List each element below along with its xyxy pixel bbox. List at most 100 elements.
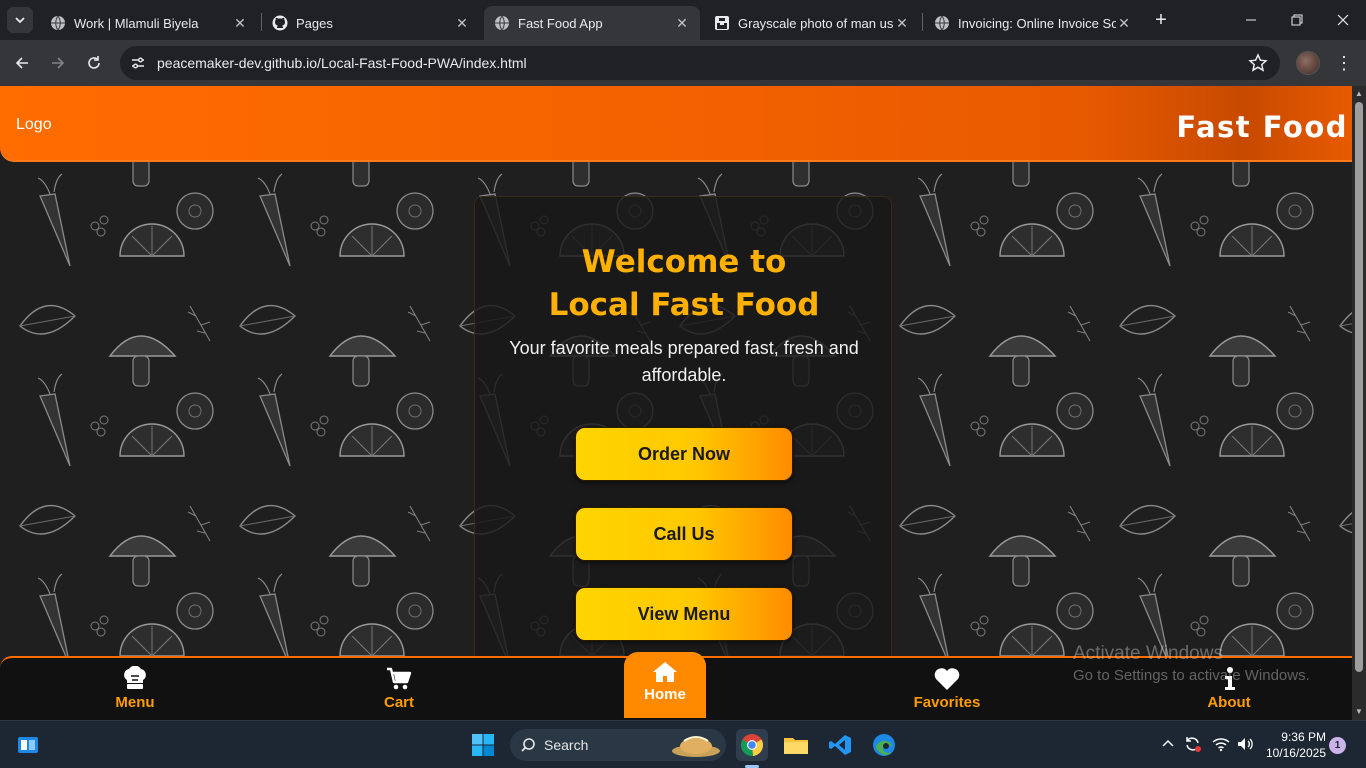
- tab-grayscale-photo[interactable]: Grayscale photo of man usin ✕: [704, 6, 920, 40]
- tab-fast-food-app[interactable]: Fast Food App ✕: [484, 6, 700, 40]
- edge-button[interactable]: [868, 729, 900, 761]
- brand-title: Fast Food: [1176, 110, 1348, 144]
- nav-item-home[interactable]: Home: [624, 652, 706, 718]
- globe-icon: [935, 15, 949, 31]
- tab-title: Work | Mlamuli Biyela: [74, 15, 199, 31]
- hero-title: Welcome to Local Fast Food: [475, 241, 893, 327]
- tab-search-button[interactable]: [7, 7, 33, 33]
- order-now-button[interactable]: Order Now: [575, 427, 793, 481]
- nav-label: About: [1207, 694, 1251, 711]
- sync-icon: [1186, 737, 1201, 752]
- profile-avatar[interactable]: [1296, 51, 1320, 75]
- globe-icon: [51, 15, 65, 31]
- cart-icon: [387, 667, 412, 690]
- tray-overflow-icon[interactable]: [1161, 736, 1175, 752]
- minimize-button[interactable]: [1228, 0, 1274, 40]
- nav-label: Favorites: [913, 694, 981, 711]
- scrollbar-thumb[interactable]: [1355, 102, 1363, 672]
- tab-title: Pages: [296, 15, 333, 31]
- back-button[interactable]: [8, 49, 36, 77]
- tab-title: Invoicing: Online Invoice Sof: [958, 15, 1116, 31]
- hero-subtitle: Your favorite meals prepared fast, fresh…: [509, 338, 859, 385]
- hero-card: Welcome to Local Fast Food Your favorite…: [474, 196, 892, 666]
- chrome-icon: [740, 734, 764, 757]
- hero-title-line-1: Welcome to: [581, 244, 787, 280]
- nav-item-cart[interactable]: Cart: [349, 666, 449, 711]
- reload-button[interactable]: [80, 49, 108, 77]
- search-label: Search: [544, 737, 589, 753]
- windows-taskbar: Search 9:36 PM 10/16/2025 1: [0, 720, 1366, 768]
- logo-image[interactable]: Logo: [16, 116, 52, 134]
- nav-label: Cart: [383, 694, 414, 711]
- watermark-line-1: Activate Windows: [1073, 643, 1223, 664]
- browser-menu-button[interactable]: ⋮: [1334, 52, 1354, 74]
- minimize-icon: [1246, 19, 1256, 21]
- close-tab-icon[interactable]: ✕: [1116, 15, 1132, 31]
- tab-work[interactable]: Work | Mlamuli Biyela ✕: [40, 6, 258, 40]
- hero-title-line-2: Local Fast Food: [548, 287, 820, 323]
- file-explorer-button[interactable]: [780, 729, 812, 761]
- restore-icon: [1291, 14, 1303, 26]
- close-tab-icon[interactable]: ✕: [674, 15, 690, 31]
- close-window-button[interactable]: [1320, 0, 1366, 40]
- speaker-icon: [1238, 738, 1253, 750]
- nav-item-favorites[interactable]: Favorites: [897, 666, 997, 711]
- view-menu-button[interactable]: View Menu: [575, 587, 793, 641]
- nav-label: Menu: [115, 694, 155, 711]
- chevron-down-icon: [15, 17, 25, 24]
- watermark-line-2: Go to Settings to activate Windows.: [1073, 667, 1310, 684]
- clock-time: 9:36 PM: [1281, 730, 1326, 744]
- close-tab-icon[interactable]: ✕: [232, 15, 248, 31]
- search-icon: [521, 738, 535, 752]
- vscode-button[interactable]: [824, 729, 856, 761]
- wifi-status-icon[interactable]: [1212, 736, 1230, 755]
- widgets-icon: [18, 737, 38, 753]
- tab-separator: [922, 13, 923, 31]
- page-scrollbar[interactable]: ▲ ▼: [1352, 86, 1366, 720]
- arrow-right-icon: [52, 57, 65, 69]
- bookmark-star-icon[interactable]: [1248, 53, 1268, 73]
- chevron-up-icon: [1162, 739, 1174, 747]
- close-tab-icon[interactable]: ✕: [894, 15, 910, 31]
- edge-icon: [873, 734, 895, 756]
- forward-button[interactable]: [44, 49, 72, 77]
- activate-windows-watermark: Activate Windows Go to Settings to activ…: [1073, 643, 1310, 687]
- volume-status-icon[interactable]: [1236, 736, 1254, 755]
- tab-title: Grayscale photo of man usin: [738, 15, 894, 31]
- close-icon: [1337, 14, 1349, 26]
- notification-badge[interactable]: 1: [1329, 737, 1346, 754]
- clock-date: 10/16/2025: [1265, 746, 1326, 760]
- page-viewport: Logo Fast Food Welcome to Local Fast Foo…: [0, 86, 1352, 720]
- start-button[interactable]: [467, 729, 499, 761]
- new-tab-button[interactable]: +: [1150, 9, 1172, 31]
- sync-status-icon[interactable]: [1184, 736, 1202, 755]
- arrow-left-icon: [15, 57, 28, 69]
- chef-hat-icon: [124, 666, 146, 689]
- scroll-up-arrow[interactable]: ▲: [1354, 89, 1364, 99]
- taskbar-clock[interactable]: 9:36 PM 10/16/2025: [1262, 729, 1326, 761]
- app-header: Logo Fast Food: [0, 86, 1352, 162]
- widgets-button[interactable]: [12, 729, 44, 761]
- tab-invoicing[interactable]: Invoicing: Online Invoice Sof ✕: [924, 6, 1142, 40]
- home-icon: [653, 662, 677, 682]
- browser-toolbar: peacemaker-dev.github.io/Local-Fast-Food…: [0, 40, 1366, 86]
- close-tab-icon[interactable]: ✕: [454, 15, 470, 31]
- taskbar-search[interactable]: Search: [510, 729, 726, 761]
- chrome-taskbar-button[interactable]: [736, 729, 768, 761]
- search-highlight-image: [672, 736, 720, 757]
- nav-item-menu[interactable]: Menu: [85, 666, 185, 711]
- scroll-down-arrow[interactable]: ▼: [1354, 707, 1364, 717]
- restore-button[interactable]: [1274, 0, 1320, 40]
- address-bar[interactable]: peacemaker-dev.github.io/Local-Fast-Food…: [120, 46, 1280, 80]
- call-us-button[interactable]: Call Us: [575, 507, 793, 561]
- globe-icon: [495, 15, 509, 31]
- site-info-icon[interactable]: [129, 54, 147, 72]
- tab-strip: Work | Mlamuli Biyela ✕ Pages ✕ Fast Foo…: [0, 0, 1366, 40]
- tab-title: Fast Food App: [518, 15, 603, 31]
- github-icon: [272, 15, 288, 31]
- wifi-icon: [1212, 738, 1230, 752]
- windows-logo-icon: [472, 734, 494, 756]
- url-text: peacemaker-dev.github.io/Local-Fast-Food…: [157, 55, 527, 71]
- tab-pages[interactable]: Pages ✕: [262, 6, 480, 40]
- vscode-icon: [829, 735, 851, 755]
